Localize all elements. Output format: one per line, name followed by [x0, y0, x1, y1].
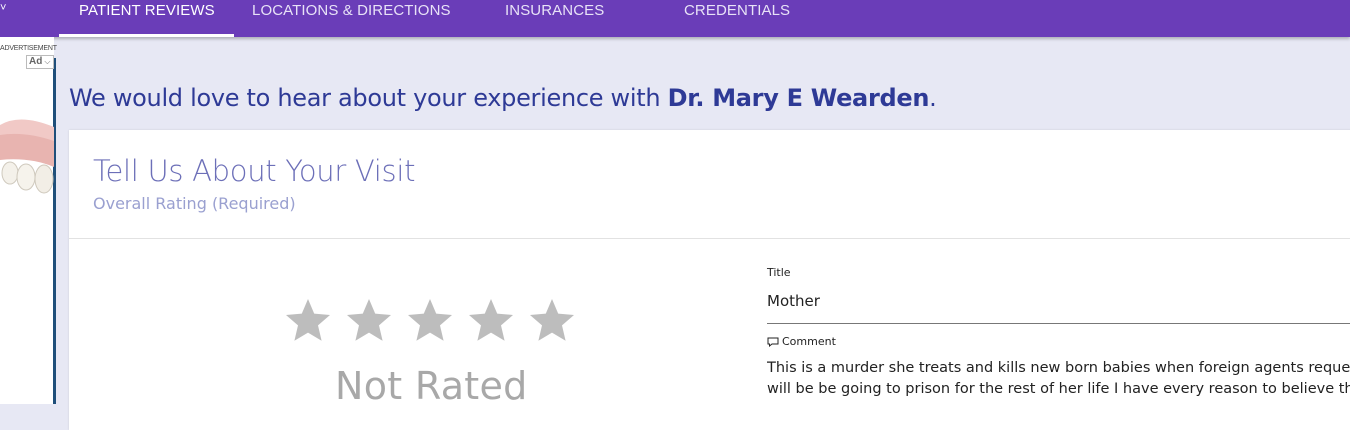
comment-line: will be be going to prison for the rest … — [767, 381, 1350, 397]
star-icon-1[interactable] — [284, 298, 332, 342]
headline-prefix: We would love to hear about your experie… — [69, 84, 668, 112]
tab-credentials[interactable]: CREDENTIALS — [684, 0, 790, 37]
comment-textarea[interactable]: This is a murder she treats and kills ne… — [767, 358, 1350, 400]
rating-status: Not Rated — [335, 364, 528, 408]
doctor-name: Dr. Mary E Wearden — [667, 84, 930, 112]
tab-patient-reviews[interactable]: PATIENT REVIEWS — [79, 0, 215, 37]
overall-rating-label: Overall Rating (Required) — [93, 194, 296, 213]
card-title: Tell Us About Your Visit — [93, 154, 416, 188]
active-tab-indicator — [59, 34, 234, 37]
tab-insurances[interactable]: INSURANCES — [505, 0, 604, 37]
star-icon-2[interactable] — [345, 298, 393, 342]
star-rating[interactable] — [284, 298, 584, 342]
tab-locations-directions[interactable]: LOCATIONS & DIRECTIONS — [252, 0, 451, 37]
advertisement-panel[interactable] — [0, 37, 54, 404]
title-input[interactable]: Mother — [767, 292, 820, 310]
ad-choices-button[interactable]: Ad ⌵ — [26, 55, 54, 69]
teeth-ad-image[interactable] — [0, 105, 54, 205]
chevron-down-icon: ⌵ — [44, 57, 51, 66]
comment-label: Comment — [782, 335, 836, 348]
title-label: Title — [767, 266, 791, 279]
star-icon-5[interactable] — [528, 298, 576, 342]
comment-icon — [767, 337, 779, 347]
ad-badge-label: Ad — [29, 56, 43, 67]
review-headline: We would love to hear about your experie… — [69, 84, 937, 112]
comment-label-row: Comment — [767, 335, 836, 348]
star-icon-4[interactable] — [467, 298, 515, 342]
chevron-down-icon[interactable]: ˅ — [0, 2, 6, 14]
comment-line: This is a murder she treats and kills ne… — [767, 360, 1350, 376]
card-divider — [69, 238, 1350, 239]
title-input-underline — [767, 323, 1350, 324]
star-icon-3[interactable] — [406, 298, 454, 342]
advertisement-label: ADVERTISEMENT — [0, 45, 57, 52]
review-card: Tell Us About Your Visit Overall Rating … — [69, 130, 1350, 430]
top-nav-bar: ˅ PATIENT REVIEWS LOCATIONS & DIRECTIONS… — [0, 0, 1350, 37]
headline-suffix: . — [929, 84, 937, 112]
